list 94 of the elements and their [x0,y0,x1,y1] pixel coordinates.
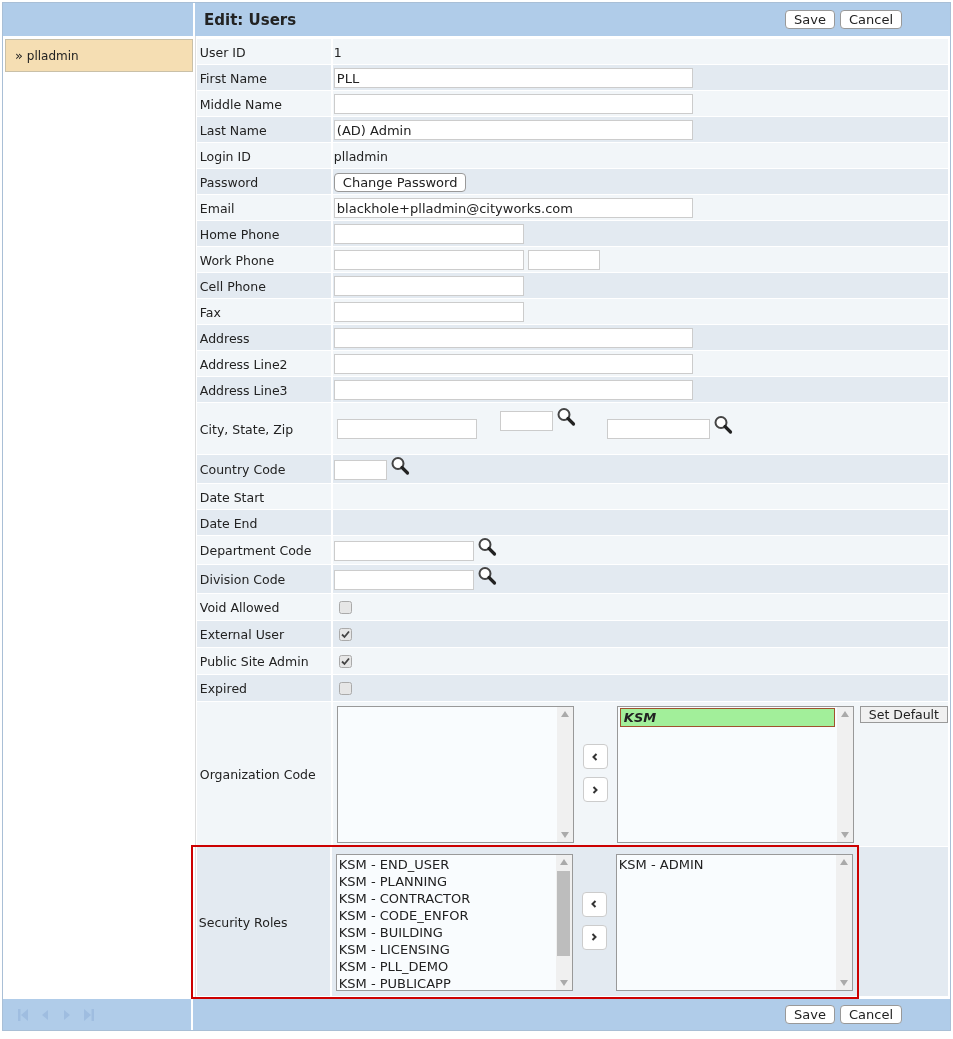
field-label: First Name [199,70,267,86]
list-option[interactable]: KSM - END_USER [338,855,554,873]
field-label: Address Line2 [199,356,288,372]
field-label: Date Start [199,489,265,505]
input-field[interactable] [333,569,474,590]
field-label: User ID [199,44,246,60]
scroll-up-icon[interactable] [559,858,568,865]
field-label: Division Code [199,572,286,587]
field-label: Password [199,174,259,190]
field-value: 1 [333,44,342,60]
scroll-down-icon[interactable] [839,979,848,986]
search-icon[interactable] [389,455,410,476]
scrollbar[interactable] [556,707,573,842]
list-option[interactable]: KSM - PLANNING [338,872,554,890]
move-left-button[interactable] [582,744,608,769]
extension-field[interactable] [527,250,600,270]
field-value: plladmin [333,148,388,164]
field-label: Security Roles [198,914,288,930]
scrollbar[interactable] [836,707,853,842]
list-option[interactable]: KSM - LICENSING [338,940,554,958]
set-default-button[interactable]: Set Default [859,706,948,723]
input-field[interactable]: (AD) Admin [333,120,693,140]
save-button[interactable]: Save [785,1005,835,1024]
change-password-button[interactable]: Change Password [333,172,467,192]
list-option[interactable]: KSM - PLL_DEMO [338,957,554,975]
field-label: Country Code [199,462,286,477]
available-list[interactable]: KSM - END_USER KSM - PLANNING KSM - CONTRACTOR KSM - CODE_ENFOR KSM - BUILDING KSM - LICENSING KSM - PLL_DEMO KSM - PUBLICAPP [335,853,573,991]
input-field[interactable] [333,276,524,296]
field-label: Expired [199,681,247,696]
input-field[interactable] [333,224,524,244]
field-label: Last Name [199,122,267,138]
field-label: External User [199,627,285,642]
assigned-list[interactable]: KSM - ADMIN [615,853,853,991]
sidebar-item[interactable]: » plladmin [5,39,193,72]
input-field[interactable]: PLL [333,68,693,88]
zip-field[interactable] [606,419,710,439]
checkbox[interactable] [338,601,352,614]
input-field[interactable] [333,328,693,348]
scroll-down-icon[interactable] [559,979,568,986]
field-label: Login ID [199,148,251,164]
list-option[interactable]: KSM [619,708,835,727]
checkbox[interactable] [338,682,352,695]
scroll-thumb[interactable] [557,870,571,956]
input-field[interactable] [333,380,693,400]
field-label: City, State, Zip [199,421,294,437]
list-option[interactable]: KSM - PUBLICAPP [338,974,554,990]
cancel-button[interactable]: Cancel [839,10,902,29]
field-label: Date End [199,515,258,531]
scrollbar[interactable] [555,854,572,990]
search-icon[interactable] [712,415,733,435]
field-label: Cell Phone [199,278,266,294]
move-right-button[interactable] [581,924,607,950]
scroll-up-icon[interactable] [839,858,848,865]
page-title: Edit: Users [204,10,297,29]
field-label: Void Allowed [199,600,280,615]
scrollbar[interactable] [835,854,852,990]
field-label: Fax [199,304,221,320]
input-field[interactable] [333,459,387,480]
scroll-down-icon[interactable] [840,832,849,838]
list-option[interactable]: KSM - CODE_ENFOR [338,906,554,924]
search-icon[interactable] [555,407,576,427]
field-label: Home Phone [199,226,280,242]
save-button[interactable]: Save [785,10,835,29]
field-label: Organization Code [199,767,316,782]
move-right-button[interactable] [582,777,608,802]
checkbox[interactable] [338,628,352,641]
field-label: Work Phone [199,252,275,268]
list-option[interactable]: KSM - BUILDING [338,923,554,941]
scroll-down-icon[interactable] [560,832,569,838]
list-option[interactable]: KSM - ADMIN [618,855,834,873]
field-label: Middle Name [199,96,282,112]
state-field[interactable] [499,411,553,431]
available-list[interactable] [336,706,574,843]
input-field[interactable] [333,302,524,322]
input-field[interactable]: blackhole+plladmin@cityworks.com [333,198,693,218]
field-label: Address Line3 [199,382,288,398]
scroll-up-icon[interactable] [840,711,849,717]
field-label: Email [199,200,235,216]
input-field[interactable] [333,94,693,114]
list-option[interactable]: KSM - CONTRACTOR [338,889,554,907]
input-field[interactable] [333,250,524,270]
search-icon[interactable] [476,536,497,557]
search-icon[interactable] [476,565,497,586]
scroll-up-icon[interactable] [560,711,569,717]
field-label: Department Code [199,543,312,558]
move-left-button[interactable] [581,891,607,917]
input-field[interactable] [333,354,693,374]
field-label: Public Site Admin [199,654,309,669]
city-field[interactable] [336,419,477,439]
assigned-list[interactable]: KSM [616,706,854,843]
field-label: Address [199,330,250,346]
input-field[interactable] [333,540,474,561]
checkbox[interactable] [338,655,352,668]
cancel-button[interactable]: Cancel [839,1005,902,1024]
